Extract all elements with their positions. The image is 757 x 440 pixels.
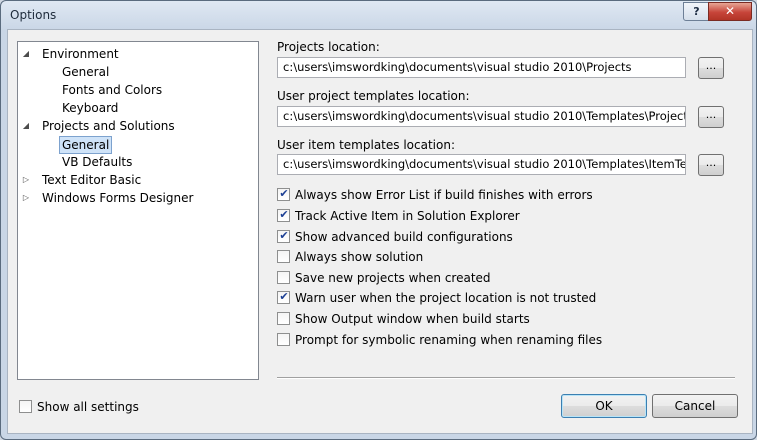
options-tree[interactable]: ◢ Environment General Fonts and Colors K… xyxy=(17,41,259,380)
checkmark-icon: ✔ xyxy=(279,208,289,221)
window-title: Options xyxy=(10,8,57,22)
tree-item-label: VB Defaults xyxy=(62,155,133,169)
option-label: Show advanced build configurations xyxy=(295,230,513,244)
user-project-templates-input[interactable]: c:\users\imswordking\documents\visual st… xyxy=(277,106,686,127)
checkbox[interactable] xyxy=(277,333,290,346)
tree-item-text-editor-basic[interactable]: ▷ Text Editor Basic xyxy=(21,172,141,188)
projects-location-label: Projects location: xyxy=(277,40,380,54)
expanded-arrow-icon[interactable]: ◢ xyxy=(21,118,31,134)
checkbox[interactable]: ✔ xyxy=(277,187,290,201)
collapsed-arrow-icon[interactable]: ▷ xyxy=(21,190,31,206)
user-item-templates-browse-button[interactable]: ... xyxy=(698,154,724,176)
option-label: Show Output window when build starts xyxy=(295,312,530,326)
tree-item-vb-defaults[interactable]: VB Defaults xyxy=(62,154,132,170)
option-label: Always show Error List if build finishes… xyxy=(295,188,593,202)
option-prompt-symbolic-renaming[interactable]: Prompt for symbolic renaming when renami… xyxy=(277,332,602,348)
projects-location-input[interactable]: c:\users\imswordking\documents\visual st… xyxy=(277,57,686,78)
tree-item-fonts-and-colors[interactable]: Fonts and Colors xyxy=(62,82,162,98)
user-project-templates-label: User project templates location: xyxy=(277,89,470,103)
help-button[interactable]: ? xyxy=(683,2,710,21)
user-project-templates-browse-button[interactable]: ... xyxy=(698,106,724,128)
tree-item-environment[interactable]: ◢ Environment xyxy=(21,46,119,62)
ok-button[interactable]: OK xyxy=(561,394,647,418)
tree-item-label: Environment xyxy=(42,47,119,61)
dialog-client-area: ◢ Environment General Fonts and Colors K… xyxy=(7,29,753,434)
checkbox[interactable] xyxy=(277,250,290,263)
option-label: Track Active Item in Solution Explorer xyxy=(295,209,520,223)
option-label: Warn user when the project location is n… xyxy=(295,291,597,305)
tree-item-environment-general[interactable]: General xyxy=(62,64,109,80)
tree-item-label: Keyboard xyxy=(62,101,119,115)
tree-item-projects-and-solutions[interactable]: ◢ Projects and Solutions xyxy=(21,118,175,134)
checkmark-icon: ✔ xyxy=(279,290,289,303)
option-label: Prompt for symbolic renaming when renami… xyxy=(295,333,603,347)
checkmark-icon: ✔ xyxy=(279,229,289,242)
show-all-settings-checkbox[interactable]: Show all settings xyxy=(19,399,139,415)
cancel-button[interactable]: Cancel xyxy=(652,394,738,418)
checkbox[interactable] xyxy=(19,400,32,413)
option-always-show-error-list[interactable]: ✔ Always show Error List if build finishe… xyxy=(277,187,593,203)
option-track-active-item[interactable]: ✔ Track Active Item in Solution Explorer xyxy=(277,208,520,224)
tree-item-windows-forms-designer[interactable]: ▷ Windows Forms Designer xyxy=(21,190,194,206)
option-warn-untrusted-location[interactable]: ✔ Warn user when the project location is … xyxy=(277,290,596,306)
checkbox[interactable] xyxy=(277,271,290,284)
expanded-arrow-icon[interactable]: ◢ xyxy=(21,46,31,62)
show-all-settings-label: Show all settings xyxy=(37,400,139,414)
option-save-new-projects[interactable]: Save new projects when created xyxy=(277,270,491,286)
tree-item-label: General xyxy=(62,65,110,79)
tree-item-label: Text Editor Basic xyxy=(42,173,142,187)
user-item-templates-label: User item templates location: xyxy=(277,138,455,152)
close-button[interactable]: ✕ xyxy=(708,2,752,21)
tree-item-projects-general[interactable]: General xyxy=(59,136,113,154)
option-show-advanced-build-configs[interactable]: ✔ Show advanced build configurations xyxy=(277,229,513,245)
tree-item-label: General xyxy=(59,136,113,154)
checkbox[interactable] xyxy=(277,312,290,325)
tree-item-label: Fonts and Colors xyxy=(62,83,163,97)
checkbox[interactable]: ✔ xyxy=(277,290,290,304)
tree-item-keyboard[interactable]: Keyboard xyxy=(62,100,118,116)
user-item-templates-input[interactable]: c:\users\imswordking\documents\visual st… xyxy=(277,154,686,175)
option-label: Save new projects when created xyxy=(295,271,491,285)
tree-item-label: Windows Forms Designer xyxy=(42,191,194,205)
collapsed-arrow-icon[interactable]: ▷ xyxy=(21,172,31,188)
options-dialog: Options ? ✕ ◢ Environment General Fonts … xyxy=(0,0,757,440)
tree-item-label: Projects and Solutions xyxy=(42,119,175,133)
checkbox[interactable]: ✔ xyxy=(277,229,290,243)
option-show-output-window[interactable]: Show Output window when build starts xyxy=(277,311,530,327)
option-label: Always show solution xyxy=(295,250,424,264)
checkbox[interactable]: ✔ xyxy=(277,208,290,222)
option-always-show-solution[interactable]: Always show solution xyxy=(277,249,423,265)
divider xyxy=(277,377,735,379)
checkmark-icon: ✔ xyxy=(279,187,289,200)
projects-location-browse-button[interactable]: ... xyxy=(698,57,724,79)
